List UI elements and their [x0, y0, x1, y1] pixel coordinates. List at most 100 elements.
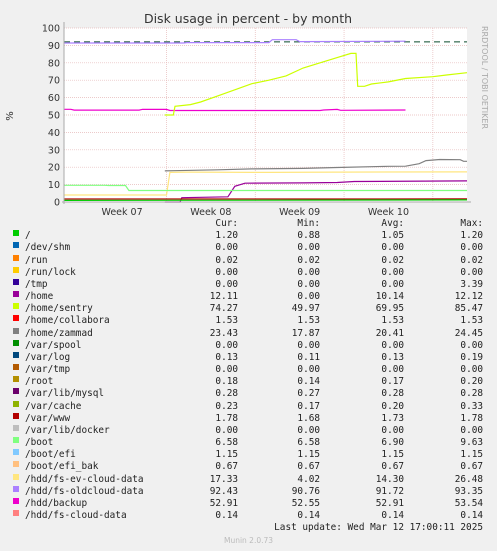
legend-min-value: 52.55	[291, 497, 320, 509]
legend-max-value: 0.28	[460, 388, 483, 400]
legend-header-cur: Cur:	[215, 218, 238, 229]
legend-avg-value: 0.00	[381, 364, 404, 376]
legend-row: /dev/shm 0.00 0.00 0.00 0.00	[0, 242, 497, 254]
legend-max-value: 1.53	[460, 315, 483, 327]
legend-swatch	[13, 485, 19, 492]
legend-row: /var/www 1.78 1.68 1.73 1.78	[0, 412, 497, 425]
legend-avg-value: 14.30	[375, 473, 404, 485]
legend-row: /home/collabora 1.53 1.53 1.53 1.53	[0, 315, 497, 327]
legend-series-name: /root	[25, 376, 54, 388]
legend-avg-value: 0.67	[381, 461, 404, 473]
legend-avg-value: 1.73	[381, 412, 404, 424]
legend-series-name: /hdd/fs-cloud-data	[25, 510, 127, 522]
legend-swatch	[13, 339, 19, 346]
legend-header: Cur: Min: Avg: Max:	[0, 218, 497, 230]
legend-cur-value: 0.00	[215, 278, 238, 290]
legend-max-value: 1.15	[460, 449, 483, 461]
legend-avg-value: 10.14	[375, 291, 404, 303]
legend-cur-value: 0.02	[215, 254, 238, 266]
legend-row: /hdd/backup 52.91 52.55 52.91 53.54	[0, 497, 497, 510]
legend-swatch	[13, 315, 19, 322]
legend-avg-value: 0.17	[381, 376, 404, 388]
legend-max-value: 3.39	[460, 278, 483, 290]
legend-min-value: 0.00	[297, 242, 320, 254]
legend-series-name: /dev/shm	[25, 242, 71, 254]
legend-series-name: /var/www	[25, 412, 71, 424]
legend-header-max: Max:	[460, 218, 483, 229]
legend-avg-value: 20.41	[375, 327, 404, 339]
legend-max-value: 0.02	[460, 254, 483, 266]
legend-cur-value: 0.28	[215, 388, 238, 400]
legend-row: /boot/efi 1.15 1.15 1.15 1.15	[0, 449, 497, 461]
legend-row: /home/sentry 74.27 49.97 69.95 85.47	[0, 303, 497, 315]
legend-min-value: 0.00	[297, 339, 320, 351]
legend-max-value: 85.47	[454, 303, 483, 315]
legend-row: /var/cache 0.23 0.17 0.20 0.33	[0, 400, 497, 413]
legend-avg-value: 6.90	[381, 437, 404, 449]
legend-min-value: 0.00	[297, 278, 320, 290]
legend-series-name: /var/cache	[25, 400, 82, 412]
legend-series-name: /boot	[25, 437, 54, 449]
legend-min-value: 0.88	[297, 230, 320, 242]
legend-max-value: 12.12	[454, 291, 483, 303]
legend-min-value: 0.00	[297, 364, 320, 376]
legend-swatch	[13, 230, 19, 237]
legend-cur-value: 1.20	[215, 230, 238, 242]
legend-cur-value: 0.13	[215, 351, 238, 363]
x-tick-label: Week 08	[190, 207, 231, 218]
legend-min-value: 6.58	[297, 437, 320, 449]
legend-cur-value: 0.00	[215, 242, 238, 254]
legend-series-name: /boot/efi	[25, 449, 76, 461]
legend-series-name: /home/sentry	[25, 303, 93, 315]
legend-max-value: 9.63	[460, 437, 483, 449]
legend-swatch	[13, 473, 19, 480]
series-line	[63, 199, 468, 201]
legend-max-value: 0.00	[460, 364, 483, 376]
chart-title: Disk usage in percent - by month	[144, 11, 352, 26]
legend-header-avg: Avg:	[381, 218, 404, 229]
legend-avg-value: 0.02	[381, 254, 404, 266]
y-tick-label: 40	[48, 128, 60, 139]
legend-series-name: /var/lib/docker	[25, 424, 110, 436]
legend-avg-value: 0.00	[381, 424, 404, 436]
legend-avg-value: 0.13	[381, 351, 404, 363]
legend-row: /home 12.11 0.00 10.14 12.12	[0, 291, 497, 303]
legend-swatch	[13, 449, 19, 456]
legend-series-name: /var/log	[25, 351, 71, 363]
legend-row: /var/spool 0.00 0.00 0.00 0.00	[0, 339, 497, 352]
legend: Cur: Min: Avg: Max: / 1.20 0.88 1.05 1.20/de…	[0, 218, 497, 522]
legend-avg-value: 0.28	[381, 388, 404, 400]
legend-avg-value: 1.05	[381, 230, 404, 242]
legend-cur-value: 0.00	[215, 424, 238, 436]
legend-swatch	[13, 400, 19, 407]
legend-swatch	[13, 376, 19, 383]
y-tick-label: 80	[48, 58, 60, 69]
legend-swatch	[13, 291, 19, 298]
legend-avg-value: 1.53	[381, 315, 404, 327]
legend-min-value: 0.14	[297, 376, 320, 388]
legend-max-value: 1.78	[460, 412, 483, 424]
legend-row: /hdd/fs-ev-cloud-data 17.33 4.02 14.30 26.48	[0, 473, 497, 486]
legend-avg-value: 69.95	[375, 303, 404, 315]
x-tick-label: Week 07	[101, 207, 142, 218]
legend-max-value: 0.00	[460, 266, 483, 278]
legend-series-name: /var/spool	[25, 339, 82, 351]
legend-min-value: 0.02	[297, 254, 320, 266]
legend-max-value: 0.14	[460, 510, 483, 522]
chart: Disk usage in percent - by month RRDTOOL…	[5, 11, 489, 218]
legend-avg-value: 0.00	[381, 242, 404, 254]
side-label: RRDTOOL / TOBI OETIKER	[480, 26, 489, 129]
y-tick-label: 10	[48, 180, 60, 191]
legend-cur-value: 0.18	[215, 376, 238, 388]
legend-row: /var/tmp 0.00 0.00 0.00 0.00	[0, 364, 497, 376]
y-tick-label: 20	[48, 163, 60, 174]
legend-max-value: 0.00	[460, 424, 483, 436]
legend-min-value: 4.02	[297, 473, 320, 485]
legend-cur-value: 92.43	[209, 485, 238, 497]
legend-swatch	[13, 364, 19, 371]
legend-cur-value: 0.23	[215, 400, 238, 412]
legend-series-name: /home/zammad	[25, 327, 93, 339]
legend-swatch	[13, 437, 19, 444]
legend-min-value: 0.17	[297, 400, 320, 412]
legend-cur-value: 1.53	[215, 315, 238, 327]
